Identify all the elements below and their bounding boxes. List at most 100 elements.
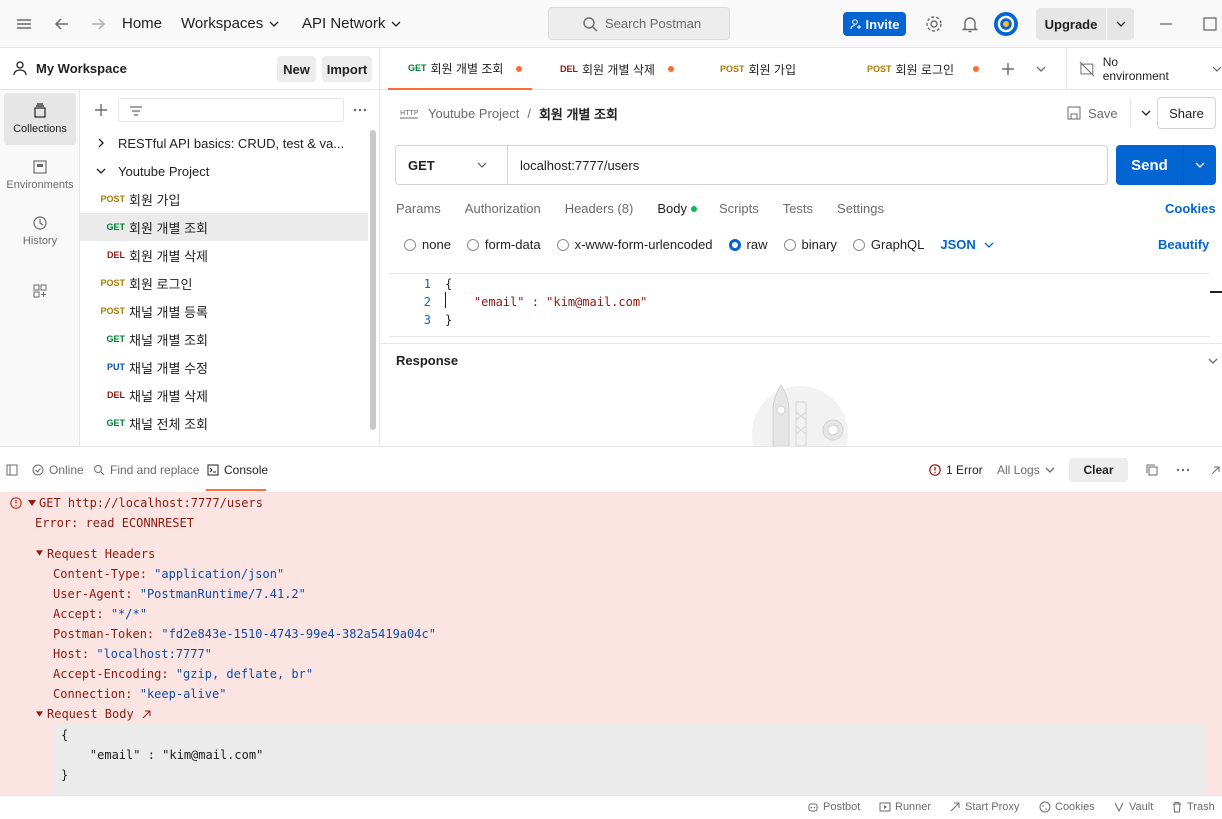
- clear-button[interactable]: Clear: [1069, 458, 1128, 482]
- chevron-down-icon[interactable]: [1107, 19, 1134, 29]
- forward-arrow-icon[interactable]: [88, 14, 108, 34]
- error-icon: [929, 464, 941, 476]
- cookies-link[interactable]: Cookies: [1165, 201, 1216, 216]
- menu-icon[interactable]: [14, 14, 34, 34]
- response-header[interactable]: Response: [381, 343, 1222, 375]
- error-count[interactable]: 1 Error: [929, 463, 983, 477]
- radio-raw[interactable]: raw: [728, 237, 768, 252]
- api-network-menu[interactable]: API Network: [302, 15, 401, 32]
- chevron-down-icon[interactable]: [1184, 160, 1216, 170]
- import-button[interactable]: Import: [322, 56, 372, 82]
- environment-selector[interactable]: No environment: [1066, 48, 1222, 90]
- add-icon[interactable]: [93, 102, 109, 118]
- tab-headers[interactable]: Headers (8): [565, 201, 634, 216]
- sidebar-item-configure[interactable]: [4, 265, 76, 317]
- toggle-sidebar-icon[interactable]: [6, 464, 18, 476]
- request-item[interactable]: GET 채널 전체 조회: [80, 409, 368, 437]
- request-item[interactable]: POST 회원 가입: [80, 185, 368, 213]
- runner-button[interactable]: Runner: [879, 801, 931, 813]
- collection-item[interactable]: Youtube Project: [80, 157, 368, 185]
- share-button[interactable]: Share: [1157, 97, 1216, 129]
- sidebar-item-environments[interactable]: Environments: [4, 149, 76, 201]
- chevron-down-icon[interactable]: [1141, 108, 1151, 118]
- radio-graphql[interactable]: GraphQL: [852, 237, 924, 252]
- tab-delete-user[interactable]: DEL 회원 개별 삭제: [540, 48, 684, 90]
- tab-tests[interactable]: Tests: [783, 201, 813, 216]
- request-headers-title[interactable]: Request Headers: [47, 547, 155, 561]
- collection-item[interactable]: RESTful API basics: CRUD, test & va...: [80, 129, 368, 157]
- request-item[interactable]: DEL 회원 개별 삭제: [80, 241, 368, 269]
- code-line: }: [61, 768, 69, 782]
- request-item[interactable]: DEL 채널 개별 삭제: [80, 381, 368, 409]
- more-options-icon[interactable]: [352, 102, 368, 118]
- radio-form-data[interactable]: form-data: [466, 237, 541, 252]
- body-format-select[interactable]: JSON: [940, 237, 994, 252]
- text-cursor: [445, 292, 446, 308]
- method-select[interactable]: GET: [396, 146, 508, 184]
- tab-settings[interactable]: Settings: [837, 201, 884, 216]
- copy-icon[interactable]: [1146, 464, 1158, 476]
- cookies-button[interactable]: Cookies: [1039, 801, 1095, 813]
- request-title[interactable]: 회원 개별 조회: [539, 104, 618, 123]
- upgrade-button[interactable]: Upgrade: [1036, 8, 1134, 40]
- back-arrow-icon[interactable]: [52, 14, 72, 34]
- invite-button[interactable]: Invite: [843, 12, 906, 36]
- request-item[interactable]: PUT 채널 개별 수정: [80, 353, 368, 381]
- url-input[interactable]: localhost:7777/users: [508, 146, 639, 184]
- start-proxy-button[interactable]: Start Proxy: [949, 801, 1019, 813]
- vault-button[interactable]: Vault: [1113, 801, 1153, 813]
- minimize-icon[interactable]: [1156, 14, 1176, 34]
- chevron-down-icon[interactable]: [1036, 64, 1046, 74]
- code-line: "email" : "kim@mail.com": [445, 295, 648, 309]
- console-request-line[interactable]: GET http://localhost:7777/users: [39, 496, 263, 510]
- request-item[interactable]: GET 회원 개별 조회: [80, 213, 368, 241]
- body-editor[interactable]: 1 2 3 { "email" : "kim@mail.com" }: [389, 273, 1210, 337]
- tab-scripts[interactable]: Scripts: [719, 201, 759, 216]
- caret-down-icon[interactable]: [36, 711, 43, 717]
- request-body-title[interactable]: Request Body: [47, 707, 134, 721]
- beautify-link[interactable]: Beautify: [1158, 237, 1209, 252]
- send-button[interactable]: Send: [1116, 145, 1216, 185]
- new-tab-icon[interactable]: [1000, 61, 1016, 77]
- method-badge: POST: [100, 278, 125, 288]
- radio-binary[interactable]: binary: [783, 237, 837, 252]
- console-button[interactable]: Console: [207, 463, 268, 477]
- postbot-button[interactable]: Postbot: [807, 801, 860, 813]
- filter-input[interactable]: [118, 98, 344, 122]
- tab-body[interactable]: Body: [657, 201, 687, 216]
- sidebar-item-history[interactable]: History: [4, 205, 76, 257]
- sidebar-item-collections[interactable]: Collections: [4, 93, 76, 145]
- caret-down-icon[interactable]: [36, 550, 43, 556]
- notifications-bell-icon[interactable]: [960, 14, 980, 34]
- tab-authorization[interactable]: Authorization: [465, 201, 541, 216]
- log-level-select[interactable]: All Logs: [997, 463, 1055, 477]
- request-item[interactable]: GET 채널 개별 조회: [80, 325, 368, 353]
- tab-label: 회원 로그인: [895, 62, 955, 77]
- radio-none[interactable]: none: [404, 237, 451, 252]
- api-network-label: API Network: [302, 15, 386, 32]
- new-button[interactable]: New: [277, 56, 316, 82]
- external-link-icon[interactable]: [142, 710, 151, 719]
- settings-gear-icon[interactable]: [924, 14, 944, 34]
- request-item[interactable]: POST 채널 개별 등록: [80, 297, 368, 325]
- find-replace-button[interactable]: Find and replace: [93, 463, 199, 477]
- home-link[interactable]: Home: [122, 15, 162, 32]
- tab-signup[interactable]: POST 회원 가입: [700, 48, 844, 90]
- search-input[interactable]: Search Postman: [548, 7, 730, 40]
- tab-login[interactable]: POST 회원 로그인: [847, 48, 991, 90]
- breadcrumb-parent[interactable]: Youtube Project: [428, 106, 519, 121]
- scrollbar[interactable]: [370, 130, 376, 430]
- tab-params[interactable]: Params: [396, 201, 441, 216]
- tab-get-user[interactable]: GET 회원 개별 조회: [388, 48, 532, 90]
- request-item[interactable]: POST 회원 로그인: [80, 269, 368, 297]
- avatar[interactable]: [994, 12, 1018, 36]
- expand-icon[interactable]: [1210, 464, 1220, 476]
- radio-urlencoded[interactable]: x-www-form-urlencoded: [556, 237, 713, 252]
- save-button[interactable]: Save: [1066, 98, 1151, 128]
- caret-down-icon[interactable]: [28, 500, 36, 506]
- maximize-icon[interactable]: [1200, 14, 1220, 34]
- more-options-icon[interactable]: [1176, 464, 1190, 476]
- trash-button[interactable]: Trash: [1171, 801, 1215, 813]
- workspaces-menu[interactable]: Workspaces: [181, 15, 279, 32]
- online-status[interactable]: Online: [32, 463, 84, 477]
